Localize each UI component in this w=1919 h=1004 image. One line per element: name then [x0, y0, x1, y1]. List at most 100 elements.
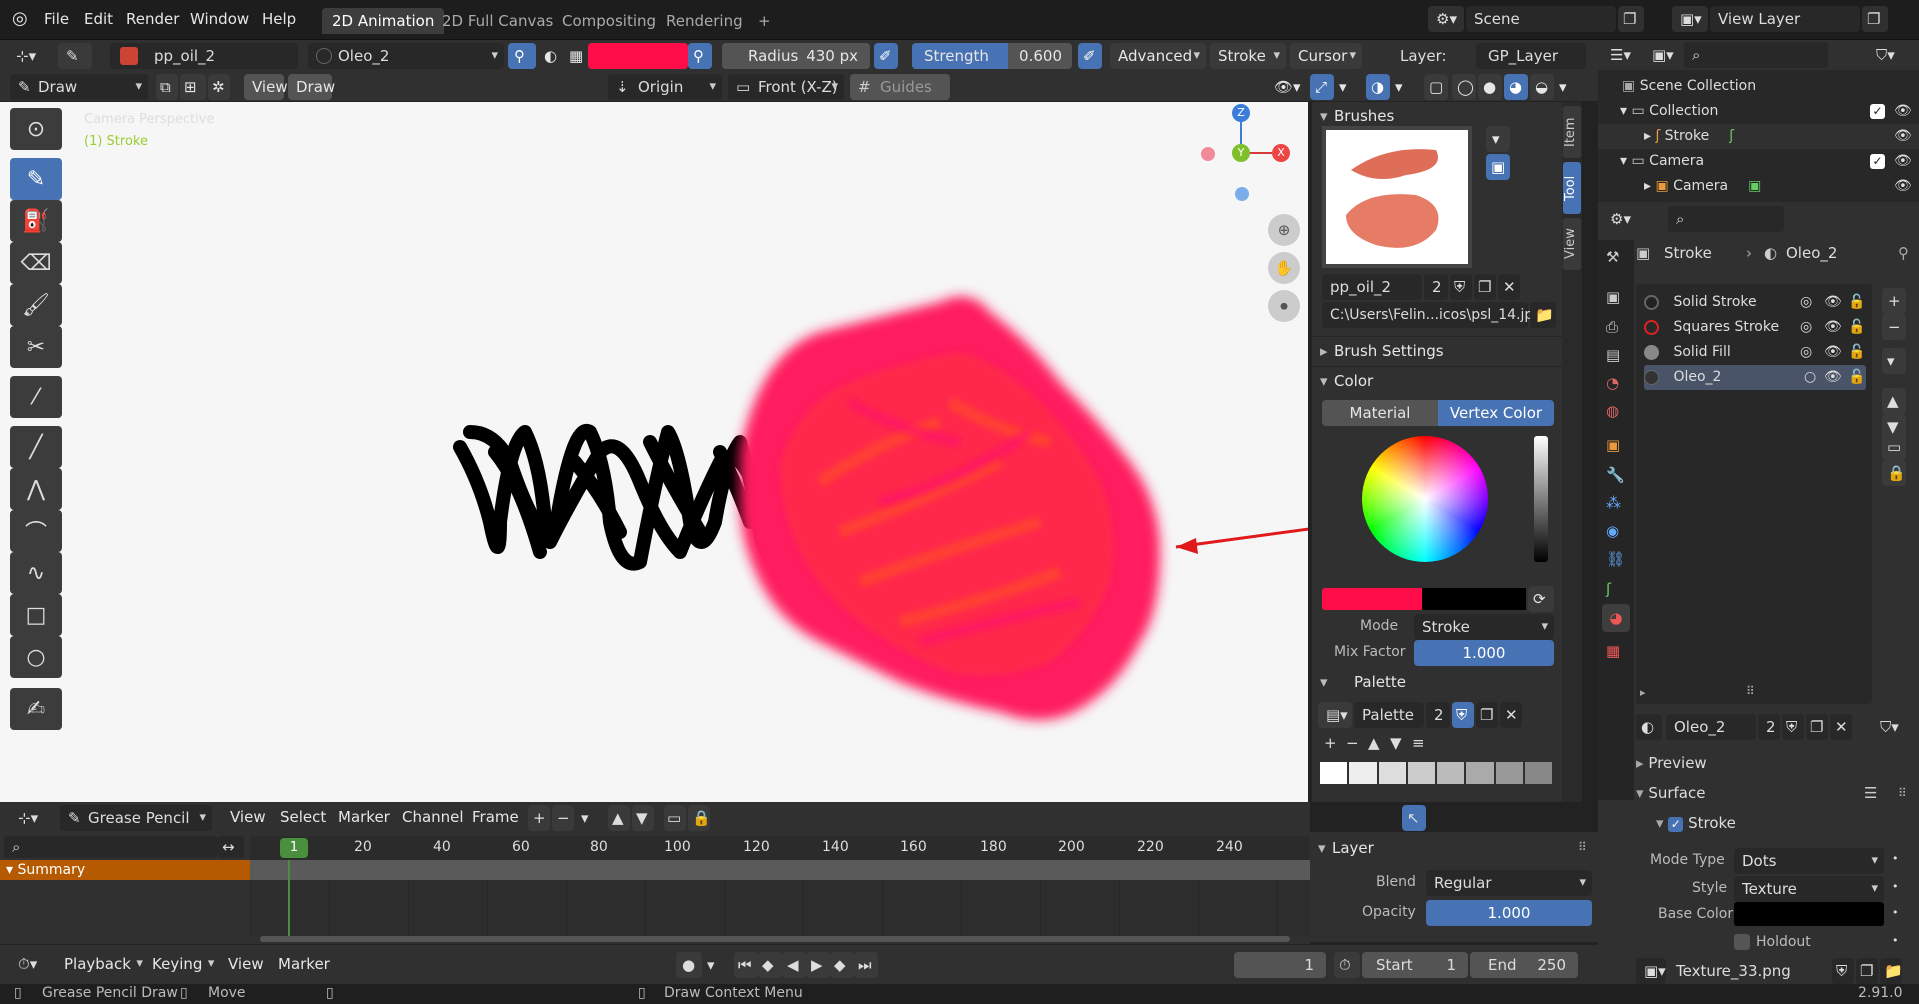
new-scene-icon[interactable]: ❐ [1618, 6, 1644, 32]
tab-item[interactable]: Item [1563, 106, 1581, 158]
color-wheel[interactable] [1362, 436, 1488, 562]
properties-search-input[interactable]: ⌕ [1668, 206, 1784, 232]
wireframe-shading-icon[interactable]: ◯ [1452, 74, 1476, 100]
view-menu[interactable]: View [228, 945, 264, 985]
layer-panel-header[interactable]: Layer [1310, 834, 1598, 862]
cursor-dropdown[interactable]: Cursor [1290, 43, 1362, 69]
tab-tool[interactable]: Tool [1563, 162, 1581, 214]
gizmo-neg-x[interactable] [1201, 147, 1215, 161]
strength-slider[interactable]: Strength 0.600 [912, 43, 1072, 69]
menu-edit[interactable]: Edit [84, 0, 113, 40]
opacity-slider[interactable]: 1.000 [1426, 900, 1592, 926]
add-material-slot-icon[interactable]: + [1882, 288, 1906, 314]
brush-image-icon[interactable]: ▣ [1486, 154, 1510, 180]
horizontal-scrollbar[interactable] [260, 936, 1290, 942]
mode-dropdown[interactable]: ✎ Draw [10, 74, 148, 100]
layer-down-icon[interactable]: ▼ [632, 805, 654, 831]
surface-grip-icon[interactable]: ⠿ [1898, 786, 1907, 800]
menu-file[interactable]: File [44, 0, 69, 40]
ghost-icon[interactable]: ○ [1804, 365, 1816, 390]
summary-channel[interactable]: ▾ Summary [0, 860, 250, 880]
onion-skin-icon[interactable]: ▭ [664, 805, 686, 831]
color-mode-dropdown[interactable]: Stroke [1414, 614, 1554, 640]
lock-icon[interactable]: 🔓 [1848, 290, 1865, 315]
properties-editor-icon[interactable]: ⚙▾ [1602, 206, 1638, 232]
outliner-row-camera-collection[interactable]: ▾ ▭ Camera ✓ 👁 [1598, 149, 1919, 174]
remove-material-slot-icon[interactable]: − [1882, 314, 1906, 340]
record-icon[interactable]: ● [676, 952, 702, 978]
tab-rendering[interactable]: Rendering [656, 8, 753, 34]
scene-tab-icon[interactable]: ◔ [1606, 374, 1619, 392]
outliner-editor-icon[interactable]: ☰▾ [1602, 42, 1638, 68]
material-users-count[interactable]: 2 [1758, 714, 1780, 740]
palette-swatch[interactable] [1495, 762, 1523, 784]
value-slider[interactable] [1534, 436, 1548, 562]
lock-icon[interactable]: 🔓 [1848, 340, 1865, 365]
vertex-color-icon[interactable]: ▦ [566, 43, 588, 69]
dopesheet-editor-icon[interactable]: ⊹▾ [10, 805, 54, 831]
gizmo-y[interactable]: Y [1232, 144, 1250, 162]
display-mode-icon[interactable]: ▣▾ [1644, 42, 1680, 68]
preview-range-icon[interactable]: ⏱ [1334, 952, 1360, 978]
layer-field[interactable]: GP_Layer [1476, 43, 1586, 69]
playback-menu[interactable]: Playback [64, 945, 149, 985]
eye-icon[interactable]: 👁 [1824, 340, 1842, 365]
world-tab-icon[interactable]: ◍ [1606, 402, 1619, 420]
move-color-down-icon[interactable]: ▼ [1386, 730, 1406, 756]
tool-tab-icon[interactable]: ⚒ [1606, 248, 1619, 266]
outliner-row-scene-collection[interactable]: ▣ Scene Collection [1598, 74, 1919, 99]
eye-icon[interactable]: 👁 [1894, 174, 1912, 199]
select-tool-icon[interactable]: ⊙ [10, 108, 62, 150]
timeline-menu-frame[interactable]: Frame [472, 798, 519, 838]
texture-name-field[interactable]: Texture_33.png [1668, 958, 1828, 984]
annotate-tool-icon[interactable]: ✍ [10, 688, 62, 730]
open-texture-icon[interactable]: 📁 [1880, 958, 1903, 984]
preview-panel-header[interactable]: ▸ Preview [1636, 754, 1707, 772]
view-layer-field[interactable]: View Layer [1710, 6, 1860, 32]
palette-name-field[interactable]: Palette [1354, 702, 1424, 728]
secondary-color-swatch[interactable] [1422, 588, 1526, 610]
jump-end-icon[interactable]: ⏭ [854, 952, 878, 978]
palette-swatch[interactable] [1378, 762, 1406, 784]
solid-shading-icon[interactable]: ● [1478, 74, 1502, 100]
xray-icon[interactable]: ▢ [1424, 74, 1448, 100]
guides-toggle[interactable]: # Guides [850, 74, 950, 100]
isolate-material-icon[interactable]: ▭ [1882, 434, 1906, 460]
material-fake-user-icon[interactable]: ⛨ [1782, 714, 1804, 740]
navigation-gizmo[interactable]: Z Y X [1200, 102, 1308, 212]
material-slot-solid-stroke[interactable]: Solid Stroke ◎ 👁 🔓 [1644, 290, 1866, 315]
brush-settings-header[interactable]: Brush Settings [1312, 336, 1562, 365]
keyframe-area[interactable] [250, 880, 1310, 936]
list-resize-grip-icon[interactable]: ⠿ [1746, 684, 1755, 698]
pin-material-icon[interactable]: ⚲ [508, 43, 536, 69]
current-frame-indicator[interactable]: 1 [280, 838, 308, 858]
eye-icon[interactable]: 👁 [1894, 99, 1912, 124]
curve-tool-icon[interactable]: ∿ [10, 552, 62, 594]
modifier-tab-icon[interactable]: 🔧 [1606, 466, 1625, 484]
summary-track[interactable] [250, 860, 1310, 880]
ghost-icon[interactable]: ◎ [1800, 340, 1812, 365]
jump-start-icon[interactable]: ⏮ [734, 952, 758, 978]
list-expand-icon[interactable]: ▸ [1640, 686, 1646, 699]
surface-panel-header[interactable]: ▾ Surface [1636, 784, 1705, 802]
keyframe-dot-icon[interactable]: • [1892, 934, 1899, 947]
play-reverse-icon[interactable]: ◀ [782, 952, 806, 978]
folder-icon[interactable]: 📁 [1530, 302, 1556, 328]
timeline-menu-select[interactable]: Select [280, 798, 326, 838]
overlays-icon[interactable]: ◑ [1366, 74, 1390, 100]
shading-dropdown-icon[interactable]: ▾ [1556, 74, 1574, 100]
constraints-tab-icon[interactable]: ⛓ [1606, 550, 1625, 568]
rendered-shading-icon[interactable]: ◒ [1530, 74, 1554, 100]
zoom-icon[interactable]: ⊕ [1268, 214, 1300, 246]
snowflake-icon[interactable]: ✲ [208, 74, 230, 100]
eye-icon[interactable]: 👁 [1894, 149, 1912, 174]
menu-window[interactable]: Window [190, 0, 249, 40]
plane-dropdown[interactable]: ▭ Front (X-Z) [728, 74, 844, 100]
blend-dropdown[interactable]: Regular [1426, 870, 1592, 896]
marker-menu[interactable]: Marker [278, 945, 330, 985]
layer-panel-grip-icon[interactable]: ⠿ [1578, 840, 1587, 854]
unlink-palette-icon[interactable]: ✕ [1500, 702, 1522, 728]
duplicate-texture-icon[interactable]: ❐ [1856, 958, 1878, 984]
material-selector[interactable]: Oleo_2 ▾ [308, 43, 504, 69]
material-slot-solid-fill[interactable]: Solid Fill ◎ 👁 🔓 [1644, 340, 1866, 365]
